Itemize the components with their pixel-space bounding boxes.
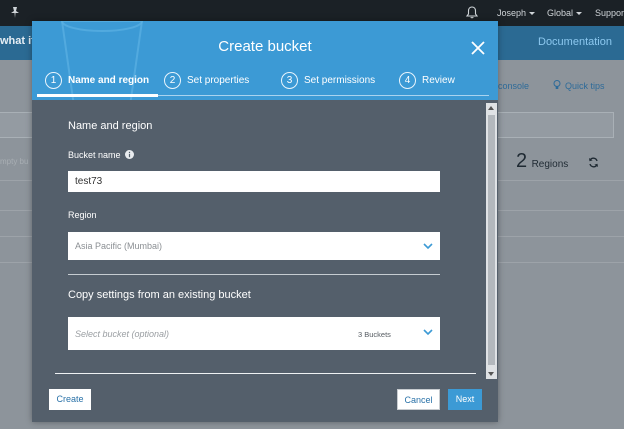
step-number: 3 [281,72,298,89]
filter-placeholder: mpty bu [0,157,29,166]
caret-down-icon [576,12,583,16]
step-number: 4 [399,72,416,89]
regions-count: 2 Regions [516,150,568,173]
step-number: 2 [164,72,181,89]
scroll-down-arrow[interactable] [488,372,494,376]
dialog-body: Name and region Bucket name Region Asia … [56,116,474,378]
step-number: 1 [45,72,62,89]
dialog-scrollbar[interactable] [486,103,497,379]
wizard-steps: 1 Name and region 2 Set properties 3 Set pe… [32,72,498,100]
quick-tips-link[interactable]: Quick tips [553,80,605,91]
scroll-up-arrow[interactable] [488,106,494,110]
create-button[interactable]: Create [49,389,91,410]
support-menu[interactable]: Suppor [595,8,624,18]
user-menu[interactable]: Joseph [497,8,536,18]
copy-bucket-placeholder: Select bucket (optional) [75,329,170,339]
step-name-and-region[interactable]: 1 Name and region [45,72,149,94]
bucket-name-label: Bucket name [68,150,134,160]
copy-settings-title: Copy settings from an existing bucket [68,289,251,301]
step-set-properties[interactable]: 2 Set properties [164,72,249,94]
section-title: Name and region [68,120,153,132]
bucket-name-input[interactable] [68,171,440,192]
region-select-value: Asia Pacific (Mumbai) [75,241,163,251]
next-button[interactable]: Next [448,389,482,410]
cancel-button[interactable]: Cancel [397,389,440,410]
close-icon[interactable] [469,39,487,57]
service-heading: what it [0,35,35,47]
region-select[interactable]: Asia Pacific (Mumbai) [68,232,440,260]
bell-icon[interactable] [466,6,478,19]
region-label: Region [68,210,97,220]
chevron-down-icon [423,243,433,250]
step-review[interactable]: 4 Review [399,72,455,94]
footer-divider [55,373,476,374]
bucket-count-badge: 3 Buckets [358,330,391,339]
lightbulb-icon [553,80,561,89]
region-menu-label: Global [547,8,574,18]
documentation-link[interactable]: Documentation [538,36,612,48]
dialog-title: Create bucket [218,38,312,55]
quick-tips-label: Quick tips [565,81,605,91]
create-bucket-dialog: Create bucket 1 Name and region 2 Set prop… [32,21,498,422]
active-step-indicator [37,94,158,97]
dialog-header: Create bucket 1 Name and region 2 Set prop… [32,21,498,100]
regions-count-label: Regions [531,159,569,170]
refresh-icon[interactable] [588,157,599,168]
step-set-permissions[interactable]: 3 Set permissions [281,72,375,94]
chevron-down-icon [423,329,433,336]
console-link[interactable]: console [498,81,529,91]
section-divider [68,274,440,275]
scrollbar-thumb[interactable] [488,115,495,365]
bucket-name-label-text: Bucket name [68,150,121,160]
pin-icon[interactable] [10,7,20,18]
copy-bucket-select[interactable]: Select bucket (optional) 3 Buckets [68,317,440,350]
step-label: Name and region [68,75,150,86]
info-icon[interactable] [124,150,134,159]
step-label: Set properties [187,75,250,86]
step-label: Review [422,75,455,86]
caret-down-icon [529,12,536,16]
region-menu[interactable]: Global [547,8,583,18]
step-label: Set permissions [304,75,376,86]
regions-count-number: 2 [516,150,528,172]
user-menu-label: Joseph [497,8,527,18]
